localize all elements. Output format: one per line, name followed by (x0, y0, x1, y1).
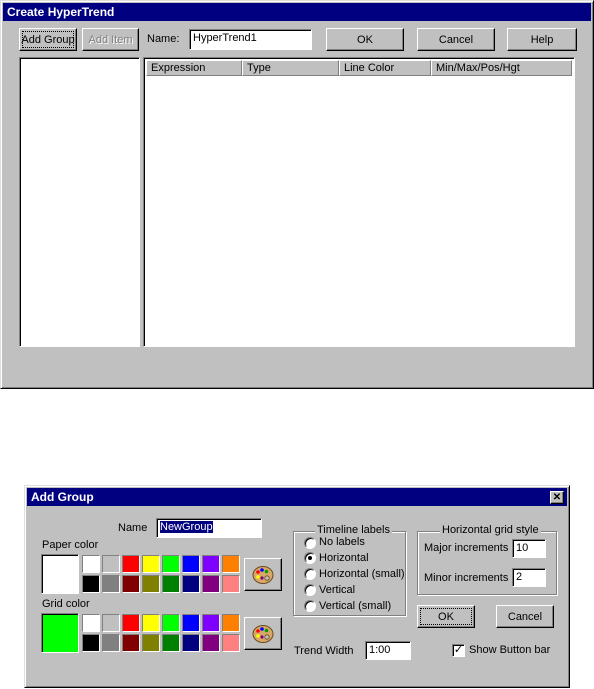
timeline-options: No labels Horizontal Horizontal (small) … (304, 535, 408, 614)
paper-palette (82, 555, 242, 595)
grid-color-swatch[interactable] (182, 614, 200, 632)
grid-color-swatch[interactable] (102, 614, 120, 632)
radio-horizontal[interactable] (304, 552, 316, 564)
paper-color-swatch[interactable] (142, 555, 160, 573)
grid-palette-button[interactable] (244, 617, 282, 650)
cancel-button[interactable]: Cancel (496, 605, 554, 628)
column-header-expression[interactable]: Expression (146, 60, 242, 76)
radio-vertical-small[interactable] (304, 600, 316, 612)
minor-increments-field[interactable]: 2 (512, 568, 546, 587)
major-increments-label: Major increments (424, 542, 509, 554)
timeline-option-vertical[interactable]: Vertical (304, 582, 408, 598)
paper-palette-top (82, 555, 242, 573)
grid-color-swatch[interactable] (162, 634, 180, 652)
group-list[interactable] (19, 57, 140, 347)
radio-vertical[interactable] (304, 584, 316, 596)
timeline-option-no-labels[interactable]: No labels (304, 535, 408, 550)
help-button[interactable]: Help (507, 28, 577, 51)
column-header-type[interactable]: Type (242, 60, 339, 76)
paper-color-preview (41, 554, 79, 594)
grid-color-swatch[interactable] (222, 634, 240, 652)
grid-color-swatch[interactable] (202, 634, 220, 652)
add-group-button[interactable]: Add Group (19, 28, 77, 51)
show-button-bar-checkbox[interactable]: ✓ Show Button bar (452, 644, 550, 657)
grid-color-swatch[interactable] (82, 634, 100, 652)
grid-style-title: Horizontal grid style (440, 524, 541, 537)
paper-color-swatch[interactable] (122, 555, 140, 573)
cancel-button[interactable]: Cancel (417, 28, 495, 51)
minor-increments-label: Minor increments (424, 572, 509, 584)
grid-color-swatch[interactable] (142, 614, 160, 632)
paper-color-swatch[interactable] (182, 575, 200, 593)
major-increments-field[interactable]: 10 (512, 539, 546, 558)
grid-color-swatch[interactable] (162, 614, 180, 632)
timeline-option-vertical-small[interactable]: Vertical (small) (304, 598, 408, 614)
column-header-line-color[interactable]: Line Color (339, 60, 431, 76)
group-name-label: Name (118, 522, 148, 534)
ok-button[interactable]: OK (417, 605, 475, 628)
close-icon[interactable]: ✕ (550, 491, 564, 504)
add-group-dialog: Add Group ✕ Name NewGroup Paper color Gr… (24, 485, 570, 688)
radio-horizontal-small[interactable] (304, 568, 316, 580)
paper-color-swatch[interactable] (82, 575, 100, 593)
timeline-option-horizontal[interactable]: Horizontal (304, 550, 408, 566)
paper-color-swatch[interactable] (82, 555, 100, 573)
grid-color-preview (41, 613, 79, 653)
trend-width-field[interactable]: 1:00 (365, 641, 411, 660)
group-name-value: NewGroup (160, 521, 213, 533)
create-hypertrend-window: Create HyperTrend Add Group Add Item Nam… (0, 0, 594, 389)
trend-width-label: Trend Width (294, 645, 354, 657)
paper-color-swatch[interactable] (102, 555, 120, 573)
item-table[interactable]: Expression Type Line Color Min/Max/Pos/H… (143, 57, 575, 347)
paper-color-swatch[interactable] (162, 575, 180, 593)
grid-color-swatch[interactable] (102, 634, 120, 652)
paper-color-swatch[interactable] (182, 555, 200, 573)
palette-icon (252, 624, 274, 643)
grid-color-swatch[interactable] (122, 634, 140, 652)
grid-palette (82, 614, 242, 654)
window-title: Create HyperTrend (3, 3, 591, 21)
paper-color-label: Paper color (42, 539, 99, 551)
paper-color-swatch[interactable] (222, 555, 240, 573)
grid-color-swatch[interactable] (182, 634, 200, 652)
grid-color-label: Grid color (42, 598, 90, 610)
paper-color-swatch[interactable] (102, 575, 120, 593)
paper-palette-bottom (82, 575, 242, 593)
radio-no-labels[interactable] (304, 536, 316, 549)
name-label: Name: (147, 33, 180, 45)
grid-palette-top (82, 614, 242, 632)
palette-icon (252, 565, 274, 584)
paper-color-swatch[interactable] (202, 555, 220, 573)
grid-color-swatch[interactable] (222, 614, 240, 632)
grid-color-swatch[interactable] (82, 614, 100, 632)
timeline-option-horizontal-small[interactable]: Horizontal (small) (304, 566, 408, 582)
paper-palette-button[interactable] (244, 558, 282, 591)
paper-color-swatch[interactable] (142, 575, 160, 593)
group-name-field[interactable]: NewGroup (156, 518, 262, 538)
check-icon[interactable]: ✓ (452, 644, 465, 657)
add-item-button[interactable]: Add Item (82, 28, 139, 51)
dialog-title: Add Group (27, 488, 567, 506)
ok-button[interactable]: OK (326, 28, 404, 51)
grid-color-swatch[interactable] (202, 614, 220, 632)
paper-color-swatch[interactable] (122, 575, 140, 593)
paper-color-swatch[interactable] (162, 555, 180, 573)
grid-color-swatch[interactable] (142, 634, 160, 652)
grid-color-swatch[interactable] (122, 614, 140, 632)
column-header-min-max[interactable]: Min/Max/Pos/Hgt (431, 60, 572, 76)
grid-palette-bottom (82, 634, 242, 652)
paper-color-swatch[interactable] (222, 575, 240, 593)
name-field[interactable]: HyperTrend1 (189, 29, 312, 50)
paper-color-swatch[interactable] (202, 575, 220, 593)
